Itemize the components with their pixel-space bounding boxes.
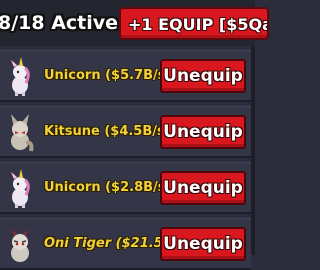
unicorn-icon — [11, 169, 30, 208]
unequip-button-label: Unequip — [163, 178, 243, 198]
unequip-button-label: Unequip — [163, 66, 243, 86]
unequip-button[interactable]: Unequip — [160, 115, 246, 149]
pet-row: Unicorn ($2.8B/s) Unequip — [0, 162, 251, 214]
kitsune-icon — [11, 114, 34, 152]
equip-more-button[interactable]: +1 EQUIP [$5Qa — [119, 7, 269, 40]
oni-tiger-icon — [11, 229, 29, 262]
unequip-button[interactable]: Unequip — [160, 227, 246, 261]
active-count: 8/18 Active — [0, 12, 119, 34]
pet-label: Kitsune ($4.5B/s) — [44, 124, 171, 139]
pet-row: Oni Tiger ($21.5B/s) Unequip — [0, 218, 251, 270]
unequip-button[interactable]: Unequip — [160, 59, 246, 93]
pet-label: Unicorn ($5.7B/s) — [44, 68, 172, 83]
pet-row: Kitsune ($4.5B/s) Unequip — [0, 106, 251, 158]
pet-row: Unicorn ($5.7B/s) Unequip — [0, 50, 251, 102]
list-scrollbar[interactable] — [251, 46, 255, 255]
unequip-button-label: Unequip — [163, 122, 243, 142]
pet-list: Unicorn ($5.7B/s) Unequip Kitsune ($4.5B… — [0, 46, 255, 270]
equip-header: 8/18 Active +1 EQUIP [$5Qa — [0, 0, 269, 46]
unicorn-icon — [11, 57, 30, 96]
unequip-button[interactable]: Unequip — [160, 171, 246, 205]
pet-label: Unicorn ($2.8B/s) — [44, 180, 172, 195]
unequip-button-label: Unequip — [163, 234, 243, 254]
equip-more-button-label: +1 EQUIP [$5Qa — [128, 15, 269, 34]
